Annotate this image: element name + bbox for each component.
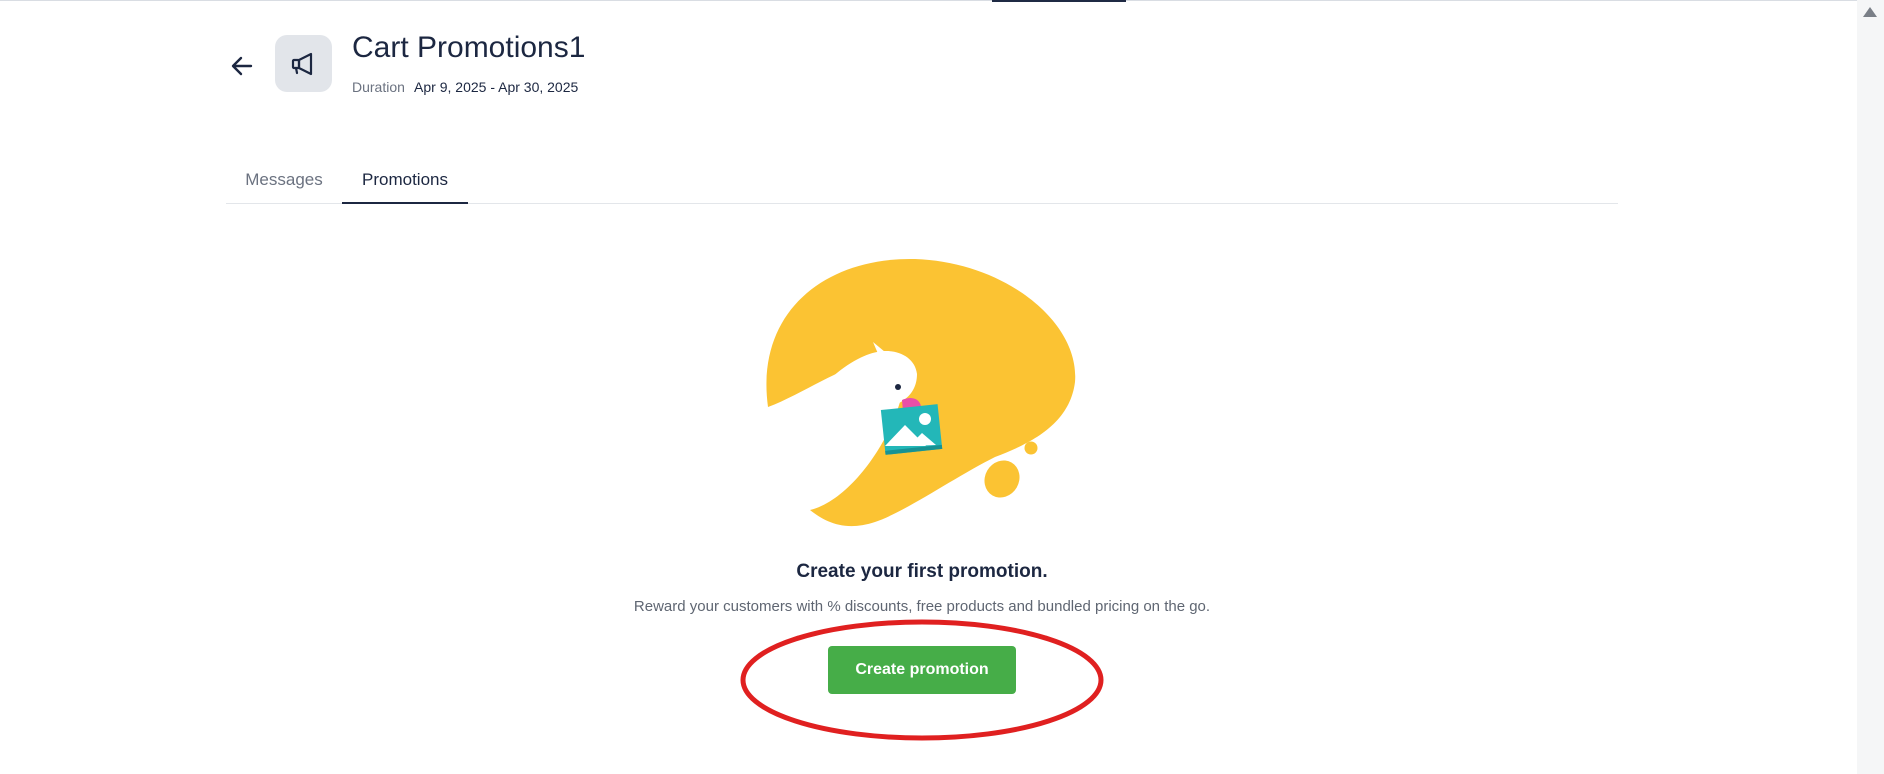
tab-promotions[interactable]: Promotions — [342, 156, 468, 204]
create-promotion-button[interactable]: Create promotion — [828, 646, 1016, 694]
duration-label: Duration — [352, 79, 405, 95]
top-nav-active-indicator — [992, 0, 1126, 2]
tab-bar: Messages Promotions — [226, 156, 1618, 204]
megaphone-icon — [291, 52, 312, 75]
page: Cart Promotions1 Duration Apr 9, 2025 - … — [0, 0, 1884, 774]
campaign-icon-tile — [275, 35, 332, 92]
bird-holding-image-illustration — [766, 258, 1076, 527]
duration-value: Apr 9, 2025 - Apr 30, 2025 — [414, 79, 579, 95]
empty-state-description: Reward your customers with % discounts, … — [633, 598, 1211, 615]
page-title: Cart Promotions1 — [352, 31, 586, 64]
scroll-up-arrow-icon[interactable] — [1863, 7, 1877, 17]
scrollbar[interactable] — [1857, 0, 1884, 774]
top-border — [0, 0, 1860, 1]
arrow-left-icon — [231, 56, 253, 76]
back-button[interactable] — [226, 50, 258, 82]
empty-state-title: Create your first promotion. — [796, 561, 1048, 582]
tab-messages[interactable]: Messages — [226, 156, 342, 203]
campaign-duration: Duration Apr 9, 2025 - Apr 30, 2025 — [352, 79, 578, 95]
